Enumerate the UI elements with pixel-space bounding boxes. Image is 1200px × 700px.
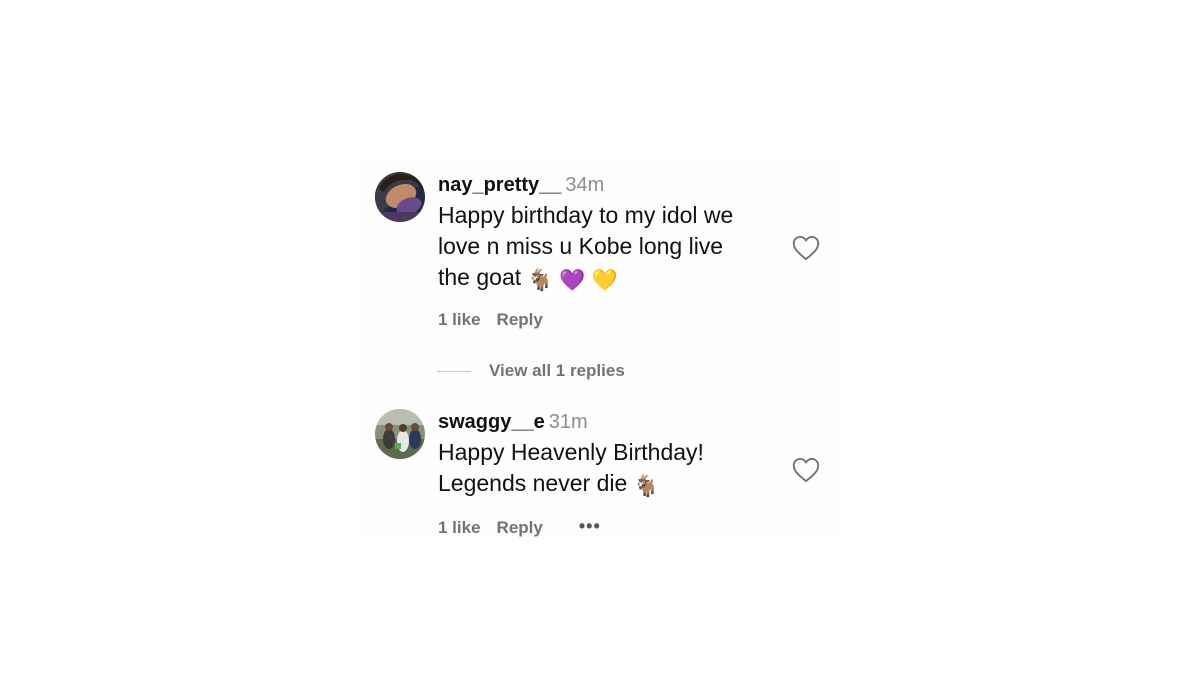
reply-button[interactable]: Reply	[497, 518, 543, 537]
view-replies-button[interactable]: View all 1 replies	[437, 361, 625, 383]
comment-text-line: Happy birthday to my idol we	[438, 202, 734, 228]
comment-text: Happy Heavenly Birthday! Legends never d…	[438, 437, 778, 502]
comment-text-line: the goat	[438, 264, 522, 290]
comment-username[interactable]: swaggy__e	[438, 411, 545, 433]
comment-text-line: Legends never die	[438, 470, 628, 496]
comment-actions: 1 like Reply	[438, 310, 559, 330]
comment-text-line: Happy Heavenly Birthday!	[438, 439, 704, 465]
comment-username[interactable]: nay_pretty__	[438, 174, 561, 196]
reply-button[interactable]: Reply	[497, 310, 543, 329]
comment-text: Happy birthday to my idol we love n miss…	[438, 200, 778, 296]
like-count[interactable]: 1 like	[438, 518, 481, 537]
more-options-icon[interactable]: •••	[579, 516, 601, 537]
comment-text-line: love n miss u Kobe long live	[438, 233, 724, 259]
replies-divider-line	[437, 371, 471, 373]
comment-body: nay_pretty__ 34m Happy birthday to my ido…	[438, 172, 778, 296]
goat-emoji: 🐐	[633, 475, 660, 498]
avatar[interactable]	[375, 172, 425, 222]
comment-body: swaggy__e 31m Happy Heavenly Birthday! Le…	[438, 409, 778, 502]
purple-heart-emoji: 💜	[559, 269, 586, 292]
heart-outline-icon[interactable]	[792, 235, 820, 261]
avatar[interactable]	[375, 409, 425, 459]
heart-outline-icon[interactable]	[792, 457, 820, 483]
yellow-heart-emoji: 💛	[591, 269, 618, 292]
comment-actions: 1 like Reply •••	[438, 516, 617, 538]
comment-time: 34m	[565, 174, 605, 196]
comment-time: 31m	[548, 411, 588, 433]
goat-emoji: 🐐	[527, 269, 554, 292]
view-replies-label[interactable]: View all 1 replies	[489, 361, 625, 380]
like-count[interactable]: 1 like	[438, 310, 481, 329]
